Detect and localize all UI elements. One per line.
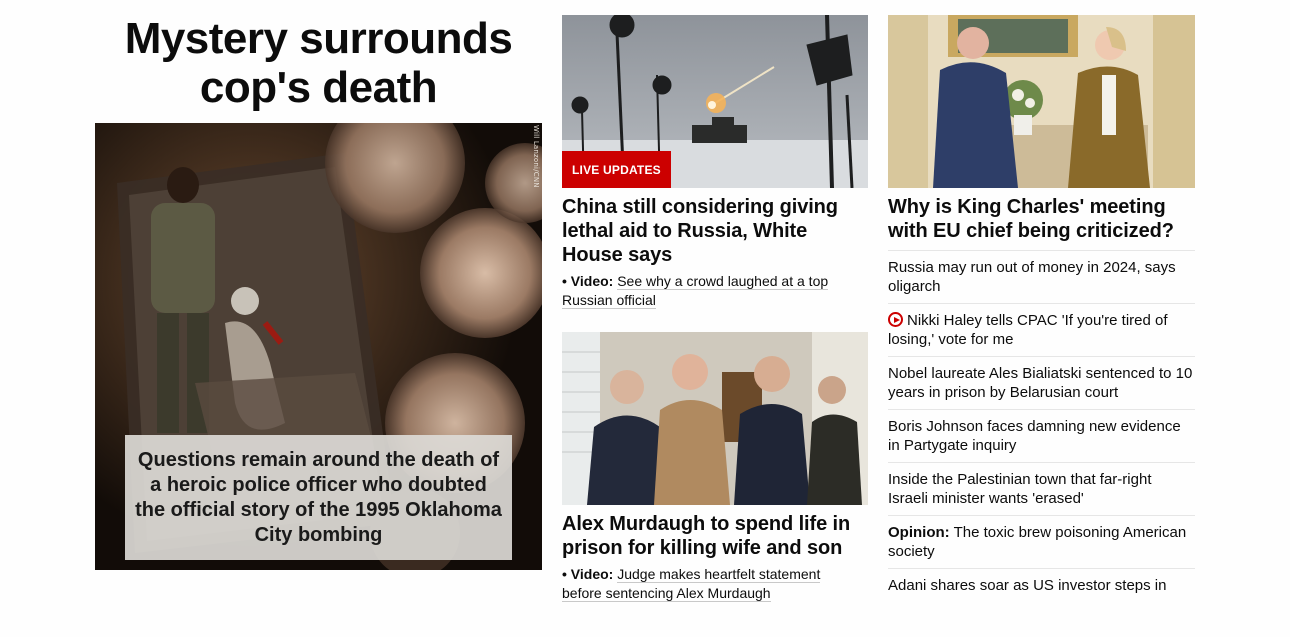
list-item[interactable]: Adani shares soar as US investor steps i…	[888, 568, 1195, 621]
list-item-text[interactable]: Nikki Haley tells CPAC 'If you're tired …	[888, 312, 1168, 348]
list-item[interactable]: Russia may run out of money in 2024, say…	[888, 250, 1195, 303]
story1-video-link[interactable]: • Video: See why a crowd laughed at a to…	[562, 272, 852, 310]
story2-headline[interactable]: Alex Murdaugh to spend life in prison fo…	[562, 512, 868, 560]
list-item[interactable]: Nikki Haley tells CPAC 'If you're tired …	[888, 303, 1195, 356]
list-item-text[interactable]: Adani shares soar as US investor steps i…	[888, 577, 1166, 594]
photo-credit: Will Lanzoni/CNN	[532, 125, 540, 188]
list-item[interactable]: Nobel laureate Ales Bialiatski sentenced…	[888, 356, 1195, 409]
story1-image[interactable]: LIVE UPDATES	[562, 15, 868, 188]
right-headline[interactable]: Why is King Charles' meeting with EU chi…	[888, 195, 1195, 243]
list-item-text[interactable]: Boris Johnson faces damning new evidence…	[888, 418, 1181, 454]
king-charles-photo	[888, 15, 1195, 188]
list-item[interactable]: Opinion: The toxic brew poisoning Americ…	[888, 515, 1195, 568]
headline-list: Russia may run out of money in 2024, say…	[888, 250, 1195, 621]
list-item-text[interactable]: Nobel laureate Ales Bialiatski sentenced…	[888, 365, 1192, 401]
play-icon	[888, 312, 903, 327]
list-item-text[interactable]: Russia may run out of money in 2024, say…	[888, 259, 1176, 295]
story1-headline[interactable]: China still considering giving lethal ai…	[562, 195, 868, 267]
video-label: • Video:	[562, 273, 614, 289]
list-item-text[interactable]: Inside the Palestinian town that far-rig…	[888, 471, 1151, 507]
hero-headline[interactable]: Mystery surrounds cop's death	[95, 14, 542, 112]
video-label: • Video:	[562, 566, 614, 582]
right-image[interactable]	[888, 15, 1195, 188]
courtroom-photo	[562, 332, 868, 505]
story2-image[interactable]	[562, 332, 868, 505]
list-item[interactable]: Inside the Palestinian town that far-rig…	[888, 462, 1195, 515]
live-updates-badge[interactable]: LIVE UPDATES	[562, 151, 671, 188]
list-item[interactable]: Boris Johnson faces damning new evidence…	[888, 409, 1195, 462]
hero-caption[interactable]: Questions remain around the death of a h…	[125, 435, 512, 560]
opinion-label: Opinion:	[888, 524, 950, 541]
story2-video-link[interactable]: • Video: Judge makes heartfelt statement…	[562, 565, 852, 603]
hero-image[interactable]: Will Lanzoni/CNN Questions remain around…	[95, 123, 542, 570]
